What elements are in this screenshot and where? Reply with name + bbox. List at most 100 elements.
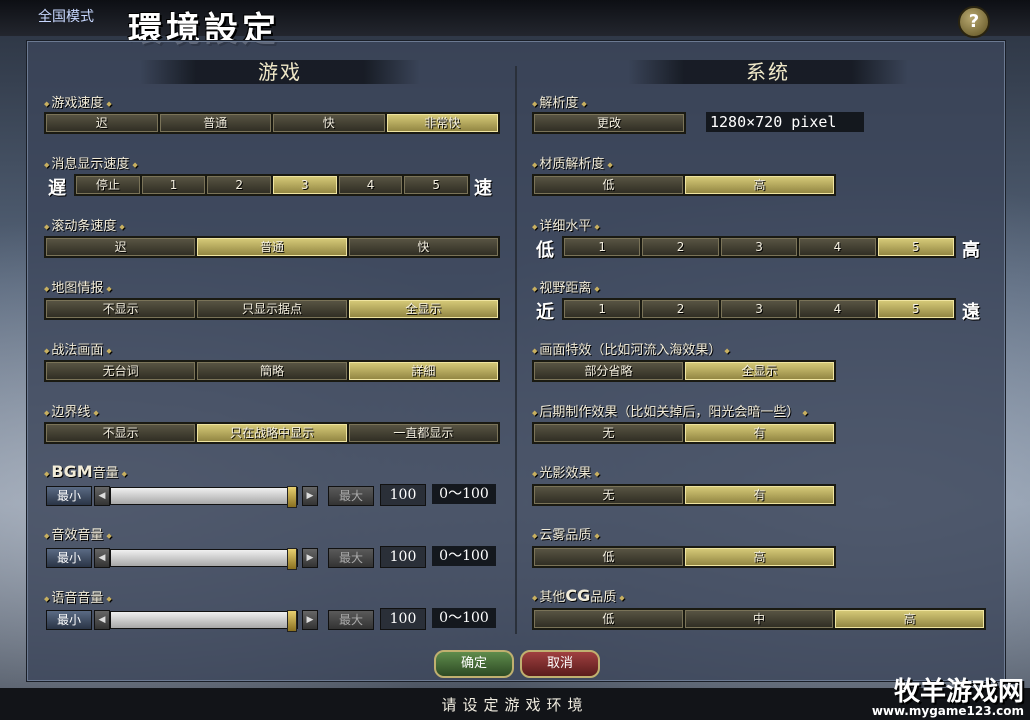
game-speed-option[interactable]: 快 — [273, 114, 385, 132]
message-speed-fast-label: 速 — [474, 178, 492, 199]
voice-volume-thumb[interactable] — [287, 610, 297, 632]
cg-quality-option[interactable]: 低 — [534, 610, 683, 628]
view-distance-option[interactable]: 4 — [799, 300, 876, 318]
message-speed-slow-label: 遅 — [48, 178, 66, 199]
arrow-right-icon[interactable]: ▶ — [302, 610, 318, 630]
texture-resolution-label: 材质解析度 — [532, 153, 613, 172]
watermark-url: www.mygame123.com — [871, 704, 1024, 718]
game-speed-option[interactable]: 普通 — [159, 114, 271, 132]
light-shadow-selector: 无有 — [532, 484, 836, 506]
resolution-change-button[interactable]: 更改 — [534, 114, 684, 132]
voice-volume-track[interactable] — [110, 610, 298, 632]
sfx-volume-max-button[interactable]: 最大 — [328, 548, 374, 568]
cg-quality-label: 其他CG品质 — [532, 586, 625, 605]
view-distance-option[interactable]: 1 — [564, 300, 641, 318]
screen-effects-option[interactable]: 全显示 — [685, 362, 834, 380]
view-distance-option[interactable]: 3 — [720, 300, 798, 318]
scroll-speed-selector: 迟普通快 — [44, 236, 500, 258]
message-speed-option[interactable]: 停止 — [76, 176, 140, 194]
battle-screen-option[interactable]: 詳細 — [348, 362, 498, 380]
game-speed-option[interactable]: 非常快 — [386, 114, 498, 132]
light-shadow-label: 光影效果 — [532, 462, 600, 481]
cg-quality-option[interactable]: 高 — [835, 610, 985, 628]
bgm-volume-max-button[interactable]: 最大 — [328, 486, 374, 506]
screen-effects-label: 画面特效（比如河流入海效果） — [532, 339, 730, 358]
help-icon[interactable]: ? — [958, 6, 990, 38]
screen-effects-option[interactable]: 部分省略 — [534, 362, 683, 380]
cg-quality-option[interactable]: 中 — [684, 610, 834, 628]
light-shadow-option[interactable]: 无 — [534, 486, 683, 504]
fog-quality-option[interactable]: 低 — [534, 548, 683, 566]
fog-quality-label: 云雾品质 — [532, 524, 600, 543]
message-speed-option[interactable]: 4 — [338, 176, 403, 194]
battle-screen-option[interactable]: 簡略 — [197, 362, 347, 380]
view-distance-option[interactable]: 5 — [877, 300, 955, 318]
texture-resolution-option[interactable]: 低 — [534, 176, 683, 194]
game-speed-option[interactable]: 迟 — [46, 114, 158, 132]
border-option[interactable]: 只在战略中显示 — [197, 424, 347, 442]
detail-level-label: 详细水平 — [532, 215, 600, 234]
post-effects-option[interactable]: 有 — [685, 424, 834, 442]
message-speed-selector: 停止 1 2 3 4 5 — [74, 174, 470, 196]
detail-level-option[interactable]: 5 — [877, 238, 955, 256]
bgm-volume-min-button[interactable]: 最小 — [46, 486, 92, 506]
sfx-volume-min-button[interactable]: 最小 — [46, 548, 92, 568]
voice-volume-max-button[interactable]: 最大 — [328, 610, 374, 630]
detail-level-option[interactable]: 1 — [564, 238, 641, 256]
arrow-right-icon[interactable]: ▶ — [302, 486, 318, 506]
message-speed-option[interactable]: 5 — [404, 176, 469, 194]
cancel-button[interactable]: 取消 — [520, 650, 600, 678]
screen-effects-selector: 部分省略 全显示 — [532, 360, 836, 382]
game-speed-selector: 迟普通快非常快 — [44, 112, 500, 134]
battle-screen-option[interactable]: 无台词 — [46, 362, 196, 380]
view-near-label: 近 — [536, 302, 554, 323]
message-speed-option[interactable]: 2 — [207, 176, 272, 194]
mode-label: 全国模式 — [38, 9, 94, 25]
voice-volume-min-button[interactable]: 最小 — [46, 610, 92, 630]
arrow-left-icon[interactable]: ◀ — [94, 486, 110, 506]
map-info-option[interactable]: 只显示据点 — [197, 300, 347, 318]
bgm-volume-track[interactable] — [110, 486, 298, 508]
bgm-volume-value: 100 — [380, 484, 426, 506]
confirm-button[interactable]: 确定 — [434, 650, 514, 678]
game-speed-label: 游戏速度 — [44, 92, 112, 111]
resolution-change-group: 更改 — [532, 112, 686, 134]
texture-resolution-option[interactable]: 高 — [685, 176, 834, 194]
scroll-speed-option[interactable]: 普通 — [197, 238, 347, 256]
voice-volume-range: 0～100 — [432, 608, 496, 628]
bgm-volume-label: BGM音量 — [44, 462, 127, 481]
map-info-option[interactable]: 全显示 — [348, 300, 498, 318]
resolution-value: 1280×720 pixel — [706, 112, 864, 132]
section-title-system: 系统 — [628, 60, 908, 84]
scroll-speed-option[interactable]: 迟 — [46, 238, 196, 256]
detail-low-label: 低 — [536, 240, 554, 261]
border-option[interactable]: 不显示 — [46, 424, 196, 442]
arrow-left-icon[interactable]: ◀ — [94, 548, 110, 568]
scroll-speed-label: 滚动条速度 — [44, 215, 125, 234]
sfx-volume-track[interactable] — [110, 548, 298, 570]
voice-volume-label: 语音音量 — [44, 587, 112, 606]
texture-resolution-selector: 低高 — [532, 174, 836, 196]
fog-quality-option[interactable]: 高 — [685, 548, 834, 566]
post-effects-option[interactable]: 无 — [534, 424, 683, 442]
bgm-volume-thumb[interactable] — [287, 486, 297, 508]
map-info-label: 地图情报 — [44, 277, 112, 296]
border-option[interactable]: 一直都显示 — [348, 424, 498, 442]
message-speed-option[interactable]: 1 — [141, 176, 206, 194]
detail-level-option[interactable]: 3 — [720, 238, 798, 256]
battle-screen-selector: 无台词 簡略 詳細 — [44, 360, 500, 382]
scroll-speed-option[interactable]: 快 — [348, 238, 498, 256]
detail-level-option[interactable]: 4 — [799, 238, 876, 256]
map-info-option[interactable]: 不显示 — [46, 300, 196, 318]
detail-level-option[interactable]: 2 — [642, 238, 719, 256]
view-distance-option[interactable]: 2 — [642, 300, 719, 318]
sfx-volume-label: 音效音量 — [44, 524, 112, 543]
detail-level-selector: 12345 — [562, 236, 956, 258]
sfx-volume-thumb[interactable] — [287, 548, 297, 570]
map-info-selector: 不显示 只显示据点 全显示 — [44, 298, 500, 320]
light-shadow-option[interactable]: 有 — [685, 486, 834, 504]
column-divider — [515, 66, 517, 634]
arrow-left-icon[interactable]: ◀ — [94, 610, 110, 630]
message-speed-option[interactable]: 3 — [273, 176, 337, 194]
arrow-right-icon[interactable]: ▶ — [302, 548, 318, 568]
